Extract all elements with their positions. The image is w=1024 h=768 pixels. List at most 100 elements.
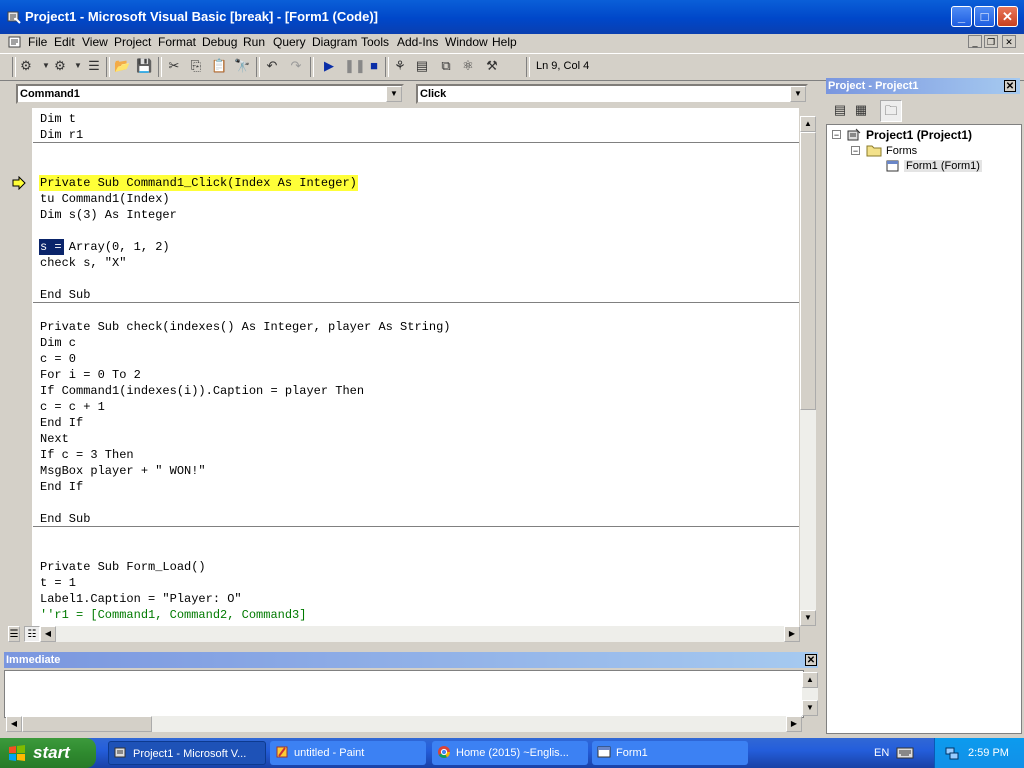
code-line[interactable]: Private Sub Command1_Click(Index As Inte…	[40, 175, 357, 191]
code-line[interactable]: Dim c	[40, 335, 76, 351]
menu-query[interactable]: Query	[273, 35, 306, 49]
add-project-icon[interactable]: ⚙	[18, 58, 34, 74]
break-icon[interactable]: ❚❚	[344, 58, 366, 74]
menu-editor-icon[interactable]: ☰	[86, 58, 102, 74]
menu-project[interactable]: Project	[114, 35, 151, 49]
find-icon[interactable]: 🔭	[234, 58, 250, 74]
toggle-folders-icon[interactable]: 🗀	[880, 100, 902, 122]
procedure-view-button[interactable]: ☰	[8, 626, 20, 642]
tree-item-form1[interactable]: Form1 (Form1)	[904, 160, 982, 172]
code-editor[interactable]: Dim t Dim r1 Private Sub Command1_Click(…	[33, 108, 799, 626]
network-icon[interactable]	[944, 745, 960, 761]
scroll-left-button[interactable]: ◀	[40, 626, 56, 642]
code-line[interactable]: If c = 3 Then	[40, 447, 134, 463]
code-line[interactable]: c = 0	[40, 351, 76, 367]
minimize-button[interactable]: _	[951, 6, 972, 27]
cut-icon[interactable]: ✂	[166, 58, 182, 74]
code-line[interactable]: End Sub	[40, 287, 90, 303]
code-line[interactable]: Dim s(3) As Integer	[40, 207, 177, 223]
menu-window[interactable]: Window	[445, 35, 488, 49]
toolbox-icon[interactable]: ⚒	[484, 58, 500, 74]
procedure-combo[interactable]: Click ▼	[416, 84, 808, 104]
mdi-close-button[interactable]: ✕	[1002, 35, 1016, 48]
chevron-down-icon[interactable]: ▼	[386, 86, 402, 102]
paste-icon[interactable]: 📋	[211, 58, 227, 74]
code-line[interactable]: If Command1(indexes(i)).Caption = player…	[40, 383, 364, 399]
code-line[interactable]: For i = 0 To 2	[40, 367, 141, 383]
code-line[interactable]: c = c + 1	[40, 399, 105, 415]
code-line[interactable]: Private Sub check(indexes() As Integer, …	[40, 319, 450, 335]
menu-file[interactable]: File	[28, 35, 47, 49]
code-line[interactable]: Label1.Caption = "Player: O"	[40, 591, 242, 607]
code-line[interactable]: tu Command1(Index)	[40, 191, 170, 207]
view-code-icon[interactable]: ▤	[832, 102, 848, 118]
redo-icon[interactable]: ↷	[288, 58, 304, 74]
menu-help[interactable]: Help	[492, 35, 517, 49]
mdi-minimize-button[interactable]: _	[968, 35, 982, 48]
task-paint[interactable]: untitled - Paint	[270, 741, 426, 765]
scroll-thumb[interactable]	[800, 132, 816, 410]
maximize-button[interactable]: □	[974, 6, 995, 27]
scroll-up-button[interactable]: ▲	[800, 116, 816, 132]
object-browser-icon[interactable]: ⚛	[460, 58, 476, 74]
menu-format[interactable]: Format	[158, 35, 196, 49]
collapse-toggle[interactable]: −	[851, 146, 860, 156]
object-combo[interactable]: Command1 ▼	[16, 84, 404, 104]
menu-edit[interactable]: Edit	[54, 35, 75, 49]
undo-icon[interactable]: ↶	[264, 58, 280, 74]
immediate-input[interactable]	[4, 670, 804, 718]
code-line[interactable]: Dim r1	[40, 127, 83, 143]
full-module-view-button[interactable]: ☷	[24, 626, 40, 642]
project-explorer-close-button[interactable]: ✕	[1004, 80, 1016, 92]
menu-tools[interactable]: Tools	[361, 35, 389, 49]
language-indicator[interactable]: EN	[874, 747, 889, 759]
menu-diagram[interactable]: Diagram	[312, 35, 357, 49]
save-icon[interactable]: 💾	[136, 58, 152, 74]
chevron-down-icon[interactable]: ▼	[70, 58, 86, 74]
properties-window-icon[interactable]: ▤	[414, 58, 430, 74]
menu-view[interactable]: View	[82, 35, 108, 49]
task-vb[interactable]: Project1 - Microsoft V...	[108, 741, 266, 765]
task-form1[interactable]: Form1	[592, 741, 748, 765]
project-tree[interactable]	[826, 124, 1022, 734]
tree-item-project[interactable]: Project1 (Project1)	[866, 128, 972, 142]
immediate-close-button[interactable]: ✕	[805, 654, 817, 666]
project-explorer-icon[interactable]: ⚘	[392, 58, 408, 74]
code-line[interactable]: Dim t	[40, 111, 76, 127]
start-icon[interactable]: ▶	[321, 58, 337, 74]
code-line[interactable]: MsgBox player + " WON!"	[40, 463, 206, 479]
scroll-right-button[interactable]: ▶	[786, 716, 802, 732]
code-horizontal-scrollbar[interactable]	[40, 626, 800, 642]
code-line[interactable]: Next	[40, 431, 69, 447]
scroll-left-button[interactable]: ◀	[6, 716, 22, 732]
end-icon[interactable]: ■	[366, 58, 382, 74]
copy-icon[interactable]: ⎘	[188, 58, 204, 74]
code-line[interactable]: End If	[40, 415, 83, 431]
view-object-icon[interactable]: ▦	[853, 102, 869, 118]
open-folder-icon[interactable]: 📂	[114, 58, 130, 74]
scroll-down-button[interactable]: ▼	[800, 610, 816, 626]
code-line[interactable]: End Sub	[40, 511, 90, 527]
add-form-icon[interactable]: ⚙	[52, 58, 68, 74]
code-line[interactable]: Private Sub Form_Load()	[40, 559, 206, 575]
keyboard-icon[interactable]	[896, 746, 914, 760]
code-line[interactable]: ''r1 = [Command1, Command2, Command3]	[40, 607, 306, 623]
code-line[interactable]: s = Array(0, 1, 2)	[40, 239, 170, 255]
tree-item-forms[interactable]: Forms	[886, 145, 917, 157]
task-browser[interactable]: Home (2015) ~Englis...	[432, 741, 588, 765]
collapse-toggle[interactable]: −	[832, 130, 841, 140]
code-line[interactable]: check s, "X"	[40, 255, 126, 271]
scroll-right-button[interactable]: ▶	[784, 626, 800, 642]
menu-add-ins[interactable]: Add-Ins	[397, 35, 438, 49]
clock[interactable]: 2:59 PM	[968, 747, 1009, 759]
chevron-down-icon[interactable]: ▼	[790, 86, 806, 102]
vb-app-icon[interactable]	[6, 9, 22, 25]
mdi-restore-button[interactable]: ❐	[984, 35, 998, 48]
scroll-down-button[interactable]: ▼	[802, 700, 818, 716]
code-line[interactable]: t = 1	[40, 575, 76, 591]
code-window-icon[interactable]	[7, 35, 23, 50]
start-button[interactable]: start	[0, 738, 96, 768]
code-line[interactable]: End If	[40, 479, 83, 495]
close-button[interactable]: ✕	[997, 6, 1018, 27]
form-layout-icon[interactable]: ⧉	[438, 58, 454, 74]
